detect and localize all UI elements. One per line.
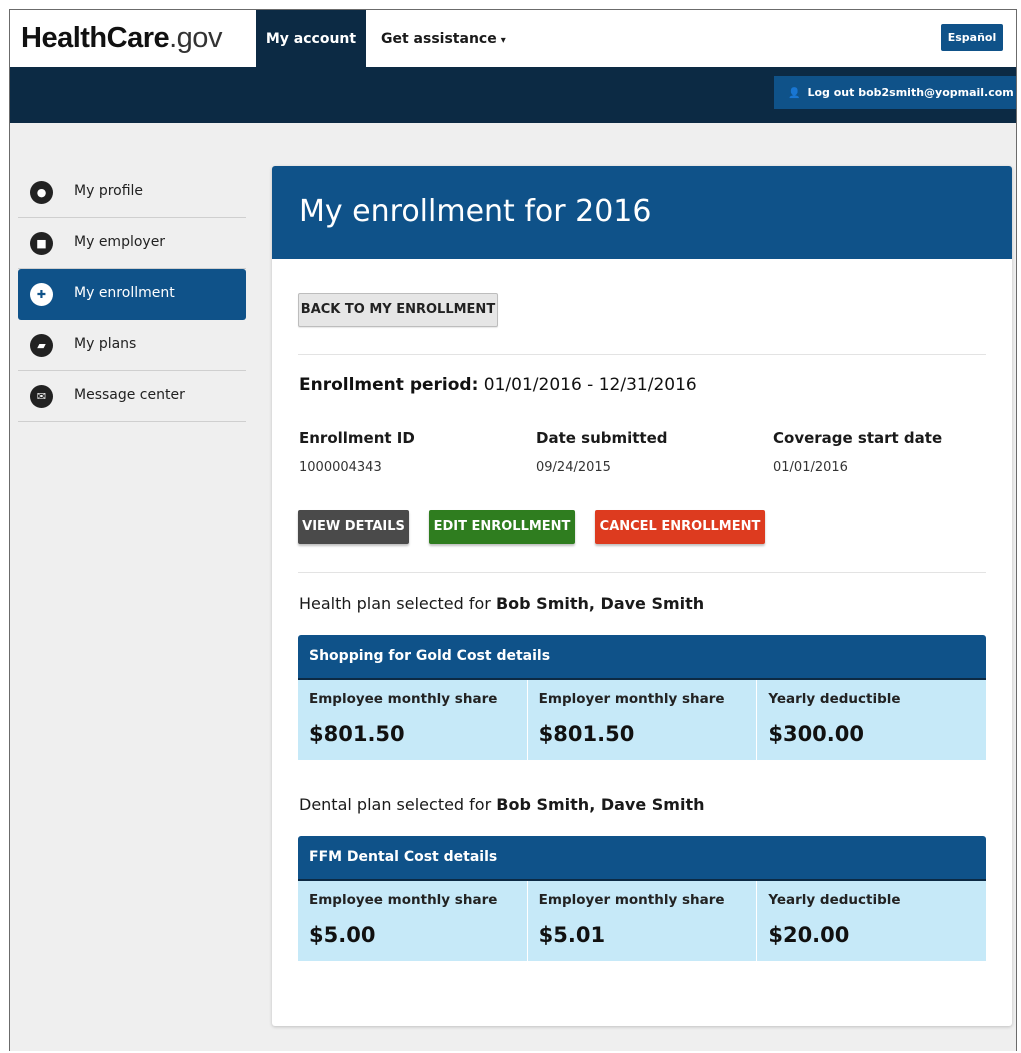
cancel-enrollment-button[interactable]: CANCEL ENROLLMENT: [595, 510, 765, 544]
cost-label: Employee monthly share: [309, 892, 498, 908]
dental-employee-share-cell: Employee monthly share $5.00: [298, 881, 528, 961]
dental-yearly-deductible-cell: Yearly deductible $20.00: [757, 881, 986, 961]
enrollment-period-label: Enrollment period:: [299, 375, 479, 395]
cost-label: Employer monthly share: [538, 892, 725, 908]
dental-employer-share-cell: Employer monthly share $5.01: [528, 881, 758, 961]
sidebar-item-label: My profile: [74, 183, 144, 199]
health-employer-share-cell: Employer monthly share $801.50: [528, 680, 758, 760]
document-icon: ▰: [30, 334, 53, 357]
sidebar-item-message-center[interactable]: ✉ Message center: [18, 371, 246, 422]
sidebar-item-label: My enrollment: [74, 285, 175, 301]
nav-get-assistance[interactable]: Get assistance ▾: [381, 10, 506, 67]
briefcase-icon: ■: [30, 232, 53, 255]
enrollment-panel: My enrollment for 2016 BACK TO MY ENROLL…: [272, 166, 1012, 1026]
cost-label: Yearly deductible: [768, 691, 901, 707]
account-bar: 👤 Log out bob2smith@yopmail.com: [10, 67, 1016, 123]
healthcare-gov-logo[interactable]: HealthCare.gov: [21, 22, 222, 55]
top-header: HealthCare.gov My account Get assistance…: [10, 10, 1016, 67]
sidebar-item-my-profile[interactable]: ● My profile: [18, 167, 246, 218]
logout-button[interactable]: 👤 Log out bob2smith@yopmail.com: [774, 76, 1016, 109]
browser-frame: HealthCare.gov My account Get assistance…: [9, 9, 1017, 1051]
sidebar-item-my-employer[interactable]: ■ My employer: [18, 218, 246, 269]
enrollment-period: Enrollment period: 01/01/2016 - 12/31/20…: [299, 375, 697, 395]
health-plan-selected-prefix: Health plan selected for: [299, 594, 496, 613]
sidebar-item-label: My plans: [74, 336, 137, 352]
date-submitted-label: Date submitted: [536, 429, 668, 447]
cost-value: $5.00: [309, 923, 376, 947]
cost-value: $300.00: [768, 722, 864, 746]
health-plan-selected-names: Bob Smith, Dave Smith: [495, 594, 705, 613]
dental-cost-row: Employee monthly share $5.00 Employer mo…: [298, 881, 986, 961]
health-plan-selected: Health plan selected for Bob Smith, Dave…: [299, 594, 704, 613]
view-details-button[interactable]: VIEW DETAILS: [298, 510, 409, 544]
enrollment-period-value: 01/01/2016 - 12/31/2016: [478, 375, 697, 395]
dental-plan-selected: Dental plan selected for Bob Smith, Dave…: [299, 795, 705, 814]
dental-cost-table-title: FFM Dental Cost details: [298, 836, 986, 881]
sidebar: ● My profile ■ My employer ✚ My enrollme…: [18, 167, 246, 422]
health-cost-table: Shopping for Gold Cost details Employee …: [298, 635, 986, 760]
coverage-start-date-label: Coverage start date: [773, 429, 943, 447]
divider: [298, 354, 986, 355]
medical-kit-icon: ✚: [30, 283, 53, 306]
cost-value: $20.00: [768, 923, 850, 947]
espanol-button[interactable]: Español: [941, 24, 1003, 51]
cost-label: Employee monthly share: [309, 691, 498, 707]
cost-value: $5.01: [538, 923, 606, 947]
enrollment-id-value: 1000004343: [299, 460, 382, 475]
logout-label: Log out bob2smith@yopmail.com: [807, 86, 1014, 99]
envelope-icon: ✉: [30, 385, 53, 408]
dental-plan-selected-names: Bob Smith, Dave Smith: [496, 795, 705, 814]
sidebar-item-my-plans[interactable]: ▰ My plans: [18, 320, 246, 371]
panel-header: My enrollment for 2016: [272, 166, 1012, 259]
page-title: My enrollment for 2016: [299, 194, 652, 229]
dental-plan-selected-prefix: Dental plan selected for: [299, 795, 497, 814]
health-employee-share-cell: Employee monthly share $801.50: [298, 680, 528, 760]
nav-get-assistance-label: Get assistance: [381, 31, 497, 47]
logo-suffix: .gov: [169, 22, 222, 54]
logo-text: HealthCare: [21, 22, 170, 54]
dental-cost-table: FFM Dental Cost details Employee monthly…: [298, 836, 986, 961]
divider: [298, 572, 986, 573]
sidebar-item-label: Message center: [74, 387, 185, 403]
user-icon: 👤: [788, 88, 801, 99]
caret-down-icon: ▾: [500, 35, 506, 46]
back-to-my-enrollment-button[interactable]: BACK TO MY ENROLLMENT: [298, 293, 498, 327]
cost-label: Employer monthly share: [538, 691, 725, 707]
enrollment-id-label: Enrollment ID: [299, 429, 415, 447]
health-yearly-deductible-cell: Yearly deductible $300.00: [757, 680, 986, 760]
health-cost-row: Employee monthly share $801.50 Employer …: [298, 680, 986, 760]
health-cost-table-title: Shopping for Gold Cost details: [298, 635, 986, 680]
nav-my-account[interactable]: My account: [256, 10, 366, 67]
person-icon: ●: [30, 181, 53, 204]
sidebar-item-my-enrollment[interactable]: ✚ My enrollment: [18, 269, 246, 320]
cost-value: $801.50: [538, 722, 635, 746]
nav-my-account-label: My account: [265, 31, 357, 47]
cost-value: $801.50: [309, 722, 405, 746]
date-submitted-value: 09/24/2015: [536, 460, 611, 475]
cost-label: Yearly deductible: [768, 892, 901, 908]
edit-enrollment-button[interactable]: EDIT ENROLLMENT: [429, 510, 575, 544]
coverage-start-date-value: 01/01/2016: [773, 460, 848, 475]
sidebar-item-label: My employer: [74, 234, 166, 250]
